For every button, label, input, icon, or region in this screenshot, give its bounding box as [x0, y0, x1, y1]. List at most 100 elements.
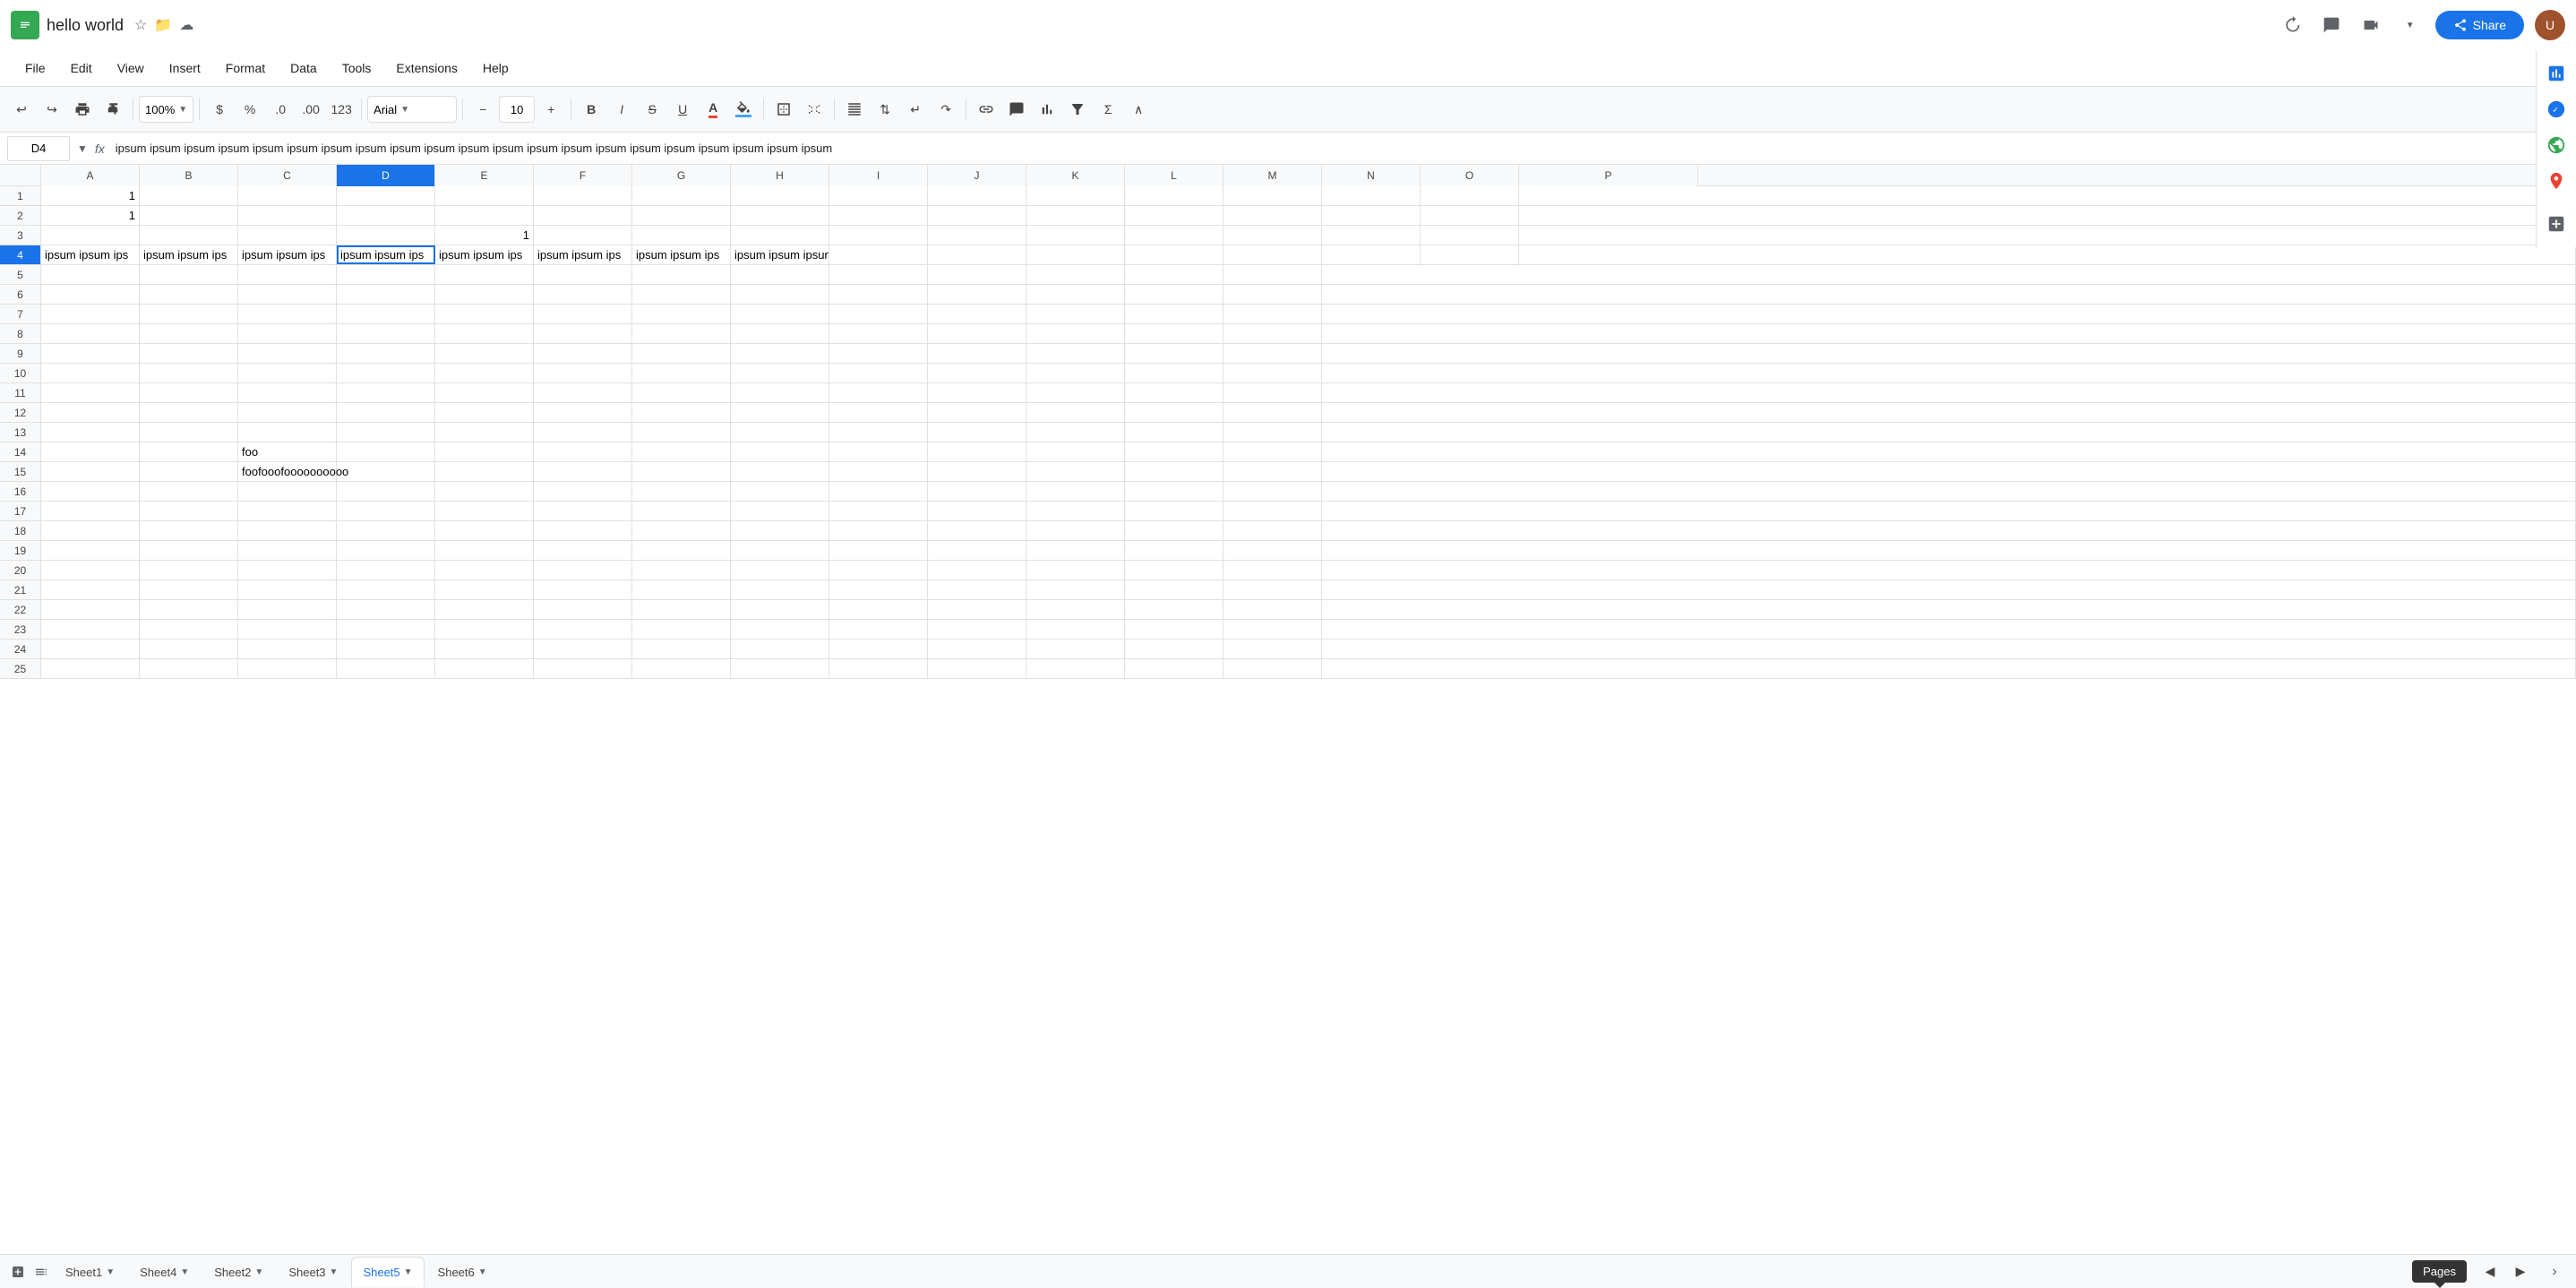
- cell-n1[interactable]: [1322, 186, 1421, 205]
- sheet-tab-sheet6[interactable]: Sheet6 ▼: [426, 1257, 499, 1287]
- cell-a2[interactable]: 1: [41, 206, 140, 225]
- row-num-13[interactable]: 13: [0, 423, 41, 442]
- menu-view[interactable]: View: [107, 57, 155, 79]
- meet-icon[interactable]: [2357, 11, 2385, 39]
- row-num-15[interactable]: 15: [0, 462, 41, 481]
- col-header-b[interactable]: B: [140, 165, 238, 186]
- dec-places-button[interactable]: .0: [266, 95, 295, 124]
- cell-p2[interactable]: [1519, 206, 2576, 225]
- font-size-box[interactable]: 10: [499, 96, 535, 123]
- redo-button[interactable]: ↪: [38, 95, 66, 124]
- row-num-6[interactable]: 6: [0, 285, 41, 304]
- row-num-17[interactable]: 17: [0, 502, 41, 520]
- col-header-l[interactable]: L: [1125, 165, 1224, 186]
- row-num-2[interactable]: 2: [0, 206, 41, 225]
- col-header-o[interactable]: O: [1421, 165, 1519, 186]
- add-panel-button[interactable]: [2540, 208, 2572, 240]
- star-icon[interactable]: ☆: [134, 16, 147, 34]
- sheet6-dropdown[interactable]: ▼: [478, 1267, 487, 1277]
- sheet1-dropdown[interactable]: ▼: [106, 1267, 115, 1277]
- share-button[interactable]: Share: [2435, 11, 2524, 39]
- cell-c1[interactable]: [238, 186, 337, 205]
- cell-o3[interactable]: [1421, 226, 1519, 245]
- fill-color-button[interactable]: [729, 95, 758, 124]
- menu-help[interactable]: Help: [472, 57, 519, 79]
- cell-c4[interactable]: ipsum ipsum ips: [238, 245, 337, 264]
- cell-m1[interactable]: [1224, 186, 1322, 205]
- row-num-10[interactable]: 10: [0, 364, 41, 382]
- sheet4-dropdown[interactable]: ▼: [180, 1267, 189, 1277]
- cell-c14[interactable]: foo: [238, 442, 337, 461]
- menu-format[interactable]: Format: [215, 57, 276, 79]
- wrap-button[interactable]: ↵: [901, 95, 930, 124]
- cell-i2[interactable]: [829, 206, 928, 225]
- align-button[interactable]: [840, 95, 869, 124]
- cell-d4[interactable]: ipsum ipsum ips: [337, 245, 435, 264]
- inc-places-button[interactable]: .00: [296, 95, 325, 124]
- cell-e2[interactable]: [435, 206, 534, 225]
- menu-tools[interactable]: Tools: [331, 57, 382, 79]
- cell-a4[interactable]: ipsum ipsum ips: [41, 245, 140, 264]
- row-num-11[interactable]: 11: [0, 383, 41, 402]
- cell-l3[interactable]: [1125, 226, 1224, 245]
- menu-insert[interactable]: Insert: [159, 57, 211, 79]
- cell-i3[interactable]: [829, 226, 928, 245]
- cell-h1[interactable]: [731, 186, 829, 205]
- cell-o4[interactable]: [1421, 245, 1519, 264]
- cell-e1[interactable]: [435, 186, 534, 205]
- row-num-20[interactable]: 20: [0, 561, 41, 580]
- col-header-d[interactable]: D: [337, 165, 435, 186]
- cell-h4[interactable]: ipsum ipsum ipsum ipsum ipsum ipsum ipsu…: [731, 245, 829, 264]
- cell-c2[interactable]: [238, 206, 337, 225]
- col-header-f[interactable]: F: [534, 165, 632, 186]
- cell-p1[interactable]: [1519, 186, 2576, 205]
- cell-m4[interactable]: [1224, 245, 1322, 264]
- collapse-toolbar-button[interactable]: ∧: [1124, 95, 1153, 124]
- col-header-e[interactable]: E: [435, 165, 534, 186]
- cell-g4[interactable]: ipsum ipsum ips: [632, 245, 731, 264]
- strikethrough-button[interactable]: S: [638, 95, 666, 124]
- row-num-25[interactable]: 25: [0, 659, 41, 678]
- col-header-c[interactable]: C: [238, 165, 337, 186]
- menu-file[interactable]: File: [14, 57, 56, 79]
- chat-comments-icon[interactable]: [2317, 11, 2346, 39]
- cloud-icon[interactable]: ☁: [179, 16, 193, 34]
- scroll-left-button[interactable]: ◀: [2476, 1258, 2504, 1286]
- row-num-21[interactable]: 21: [0, 580, 41, 599]
- scroll-right-button[interactable]: ▶: [2506, 1258, 2535, 1286]
- cell-d1[interactable]: [337, 186, 435, 205]
- cell-k1[interactable]: [1026, 186, 1125, 205]
- cell-f2[interactable]: [534, 206, 632, 225]
- cell-n3[interactable]: [1322, 226, 1421, 245]
- pages-button[interactable]: Pages: [2412, 1260, 2467, 1283]
- cell-m3[interactable]: [1224, 226, 1322, 245]
- borders-button[interactable]: [769, 95, 798, 124]
- row-num-9[interactable]: 9: [0, 344, 41, 363]
- cell-c15[interactable]: foofooofoooooooooo: [238, 462, 337, 481]
- doc-title[interactable]: hello world: [47, 16, 124, 35]
- sheet-tab-sheet1[interactable]: Sheet1 ▼: [54, 1257, 126, 1287]
- font-size-decrease[interactable]: −: [468, 95, 497, 124]
- cell-b3[interactable]: [140, 226, 238, 245]
- cell-b1[interactable]: [140, 186, 238, 205]
- cell-b4[interactable]: ipsum ipsum ips: [140, 245, 238, 264]
- cell-g2[interactable]: [632, 206, 731, 225]
- cell-f1[interactable]: [534, 186, 632, 205]
- col-header-p[interactable]: P: [1519, 165, 1698, 186]
- col-header-a[interactable]: A: [41, 165, 140, 186]
- meet-dropdown-icon[interactable]: ▼: [2396, 11, 2425, 39]
- text-color-button[interactable]: A: [699, 95, 727, 124]
- bold-button[interactable]: B: [577, 95, 605, 124]
- currency-button[interactable]: $: [205, 95, 234, 124]
- merge-button[interactable]: [800, 95, 829, 124]
- col-header-h[interactable]: H: [731, 165, 829, 186]
- font-size-increase[interactable]: +: [537, 95, 565, 124]
- menu-edit[interactable]: Edit: [60, 57, 103, 79]
- avatar[interactable]: U: [2535, 10, 2565, 40]
- cell-o1[interactable]: [1421, 186, 1519, 205]
- cell-ref-dropdown[interactable]: ▼: [77, 142, 88, 155]
- col-header-i[interactable]: I: [829, 165, 928, 186]
- sheet-tab-sheet2[interactable]: Sheet2 ▼: [202, 1257, 275, 1287]
- row-num-3[interactable]: 3: [0, 226, 41, 245]
- col-header-g[interactable]: G: [632, 165, 731, 186]
